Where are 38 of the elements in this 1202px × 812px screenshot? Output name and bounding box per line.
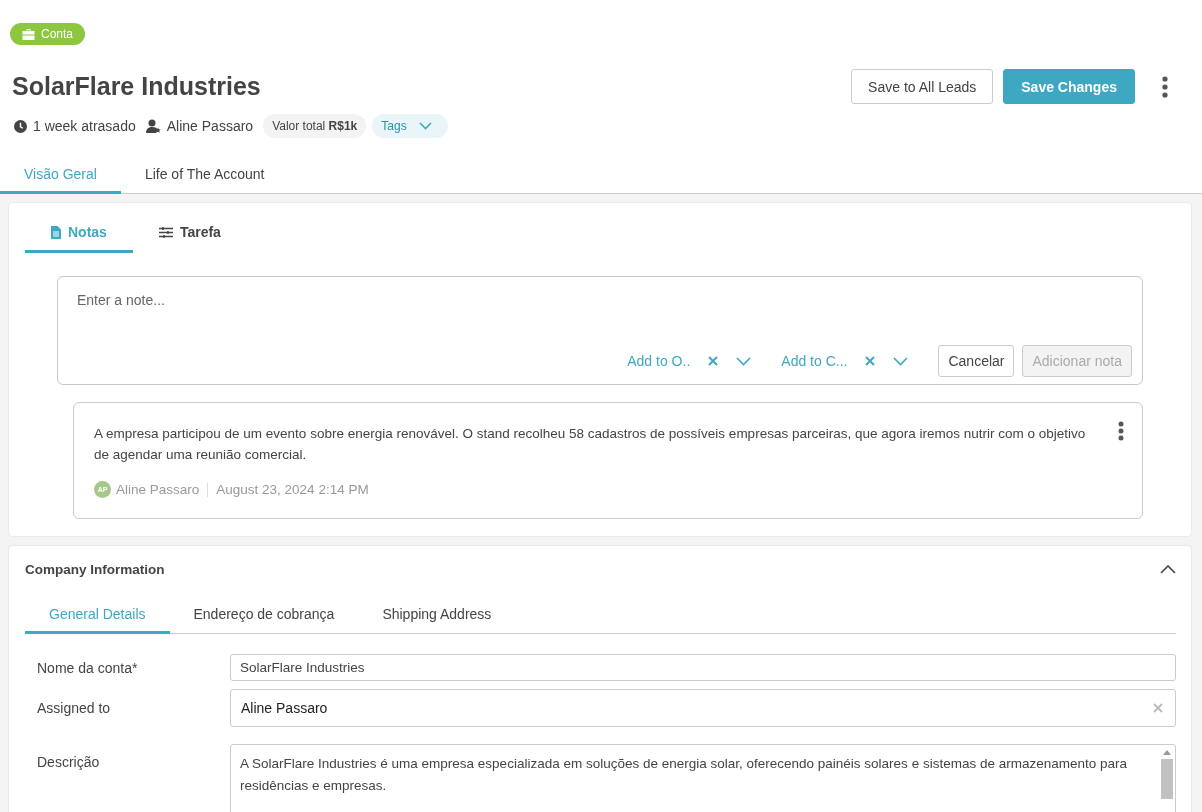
document-icon: [51, 225, 61, 239]
field-label: Nome da conta*: [36, 659, 139, 676]
assignee-select[interactable]: Aline Passaro: [230, 689, 1176, 727]
field-label: Assigned to: [36, 700, 112, 716]
action-button[interactable]: Save to All Leads: [851, 69, 994, 104]
briefcase-icon: [22, 28, 35, 40]
description-field[interactable]: A SolarFlare Industries é uma empresa especializada em soluções de energia solar, oferecendo painéis solares e sistemas de armazenamento para residências e empresas.: [230, 744, 1176, 812]
clear-icon[interactable]: [708, 356, 719, 366]
account-title: SolarFlare Industries: [12, 72, 261, 101]
more-options-icon[interactable]: [1118, 421, 1124, 441]
more-options-icon[interactable]: [1162, 75, 1168, 98]
details-tab[interactable]: Shipping Address: [358, 598, 516, 634]
total-value: Valor total R$1k: [263, 114, 367, 138]
note-author: Aline Passaro: [116, 482, 200, 497]
chevron-down-icon[interactable]: [736, 356, 752, 366]
section-title: Company Information: [25, 562, 165, 577]
clear-icon[interactable]: [865, 356, 876, 366]
scrollbar-thumb[interactable]: [1161, 759, 1173, 799]
clear-icon[interactable]: [1153, 703, 1163, 713]
chevron-down-icon[interactable]: [893, 356, 909, 366]
account-name-field[interactable]: SolarFlare Industries: [230, 654, 1176, 681]
field-label: Descrição: [36, 753, 101, 770]
notes-tab[interactable]: Tarefa: [132, 215, 247, 253]
chevron-down-icon: [418, 122, 432, 130]
note-date: August 23, 2024 2:14 PM: [216, 482, 369, 497]
due-status: 1 week atrasado: [33, 118, 136, 134]
clock-icon: [14, 119, 27, 133]
sliders-icon: [158, 226, 173, 238]
main-tab[interactable]: Life of The Account: [120, 154, 289, 194]
scroll-up-icon[interactable]: [1163, 749, 1171, 755]
note-text: A empresa participou de um evento sobre energia renovável. O stand recolheu 58 cadastros de possíveis empresas parceiras, que agora iremos nutrir com o objetivo de agendar uma reunião comercial.: [94, 425, 1087, 464]
tags-dropdown[interactable]: Tags: [372, 114, 448, 138]
user-icon: [145, 119, 161, 133]
details-tab[interactable]: Endereço de cobrança: [169, 598, 359, 634]
owner-name: Aline Passaro: [166, 118, 254, 134]
chevron-up-icon[interactable]: [1160, 565, 1176, 574]
account-badge: Conta: [10, 23, 86, 45]
cancel-button[interactable]: Cancelar: [938, 345, 1015, 377]
